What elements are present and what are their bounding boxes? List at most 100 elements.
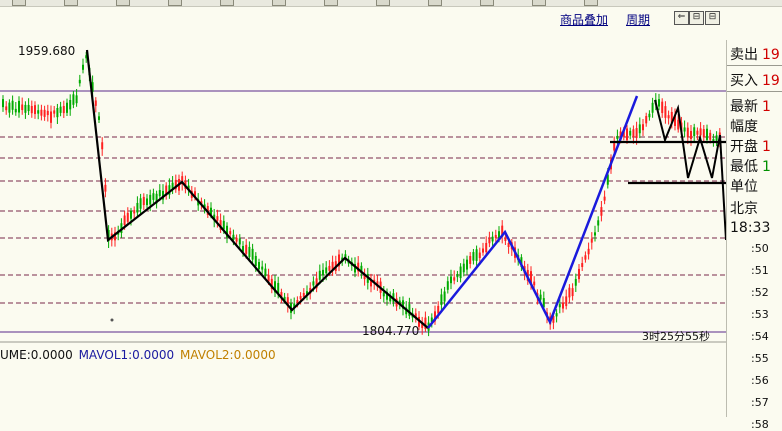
candle-body: [485, 242, 488, 253]
low-value: 1: [762, 159, 771, 175]
candle-body: [216, 216, 219, 221]
last-value: 1: [762, 99, 771, 115]
candle-body: [152, 193, 155, 200]
candle-body: [645, 116, 648, 124]
candle-body: [158, 190, 161, 197]
last-row: 最新 1: [730, 96, 771, 116]
time-tick: :53: [751, 308, 769, 321]
time-tick: :52: [751, 286, 769, 299]
candle-body: [53, 110, 56, 114]
candle-body: [139, 198, 142, 209]
candle-body: [667, 115, 670, 119]
candle-body: [130, 210, 132, 219]
candle-body: [69, 99, 72, 110]
high-price-label: 1959.680: [18, 44, 75, 58]
nav-left-button[interactable]: ⇐: [674, 11, 689, 25]
time-tick: :51: [751, 264, 769, 277]
open-value: 1: [762, 139, 771, 155]
candle-body: [261, 266, 264, 270]
candle-body: [587, 248, 590, 255]
candle-body: [40, 109, 43, 116]
candle-body: [661, 101, 664, 114]
candle-body: [466, 259, 468, 270]
candle-body: [629, 130, 632, 136]
candle-body: [264, 268, 267, 277]
candle-body: [245, 244, 248, 254]
candle-body: [2, 99, 4, 108]
candle-body: [18, 100, 20, 113]
candle-body: [693, 127, 696, 137]
ask-label: 卖出: [730, 47, 758, 63]
candle-body: [34, 105, 36, 115]
candle-body: [462, 263, 465, 273]
candle-body: [507, 242, 510, 247]
candle-body: [533, 281, 536, 286]
candle-body: [123, 215, 126, 225]
candle-body: [475, 249, 478, 261]
candle-body: [437, 305, 440, 314]
period-link[interactable]: 周期: [626, 11, 650, 28]
candle-body: [94, 100, 97, 106]
low-label: 最低: [730, 159, 758, 175]
candle-body: [98, 116, 100, 120]
candle-body: [539, 294, 542, 300]
candle-body: [443, 291, 446, 302]
candle-body: [597, 220, 600, 226]
time-tick: :56: [751, 374, 769, 387]
candle-body: [638, 124, 641, 134]
trend-line-blue: [427, 95, 639, 329]
candle-body: [37, 110, 40, 114]
candle-body: [14, 108, 17, 113]
candle-body: [488, 238, 491, 244]
candle-body: [126, 212, 129, 222]
candle-body: [82, 64, 84, 70]
candle-body: [142, 196, 145, 206]
candle-body: [50, 111, 52, 123]
candle-body: [706, 128, 708, 140]
candle-body: [494, 234, 497, 239]
candle-body: [299, 296, 302, 300]
candle-body: [635, 128, 638, 138]
ask-value: 19: [762, 47, 780, 63]
candle-body: [578, 268, 580, 280]
candle-body: [690, 130, 692, 139]
unit-label: 单位: [730, 179, 758, 195]
candle-body: [590, 238, 593, 243]
candle-body: [248, 246, 251, 257]
candle-body: [616, 135, 619, 139]
candle-body: [715, 135, 718, 141]
candle-body: [696, 130, 699, 135]
candle-body: [43, 109, 46, 117]
candle-body: [318, 270, 321, 280]
chart-header: 商品叠加 周期 ⇐ ⊟ ⊟: [0, 7, 725, 27]
candle-body: [594, 232, 596, 236]
open-row: 开盘 1: [730, 136, 771, 156]
candle-body: [101, 142, 104, 150]
time-tick: :58: [751, 418, 769, 431]
candle-body: [254, 255, 257, 266]
candle-body: [325, 267, 328, 274]
candle-body: [62, 106, 65, 114]
candle-body: [574, 278, 577, 286]
bid-value: 19: [762, 73, 780, 89]
nav-fit-button[interactable]: ⊟: [705, 11, 720, 25]
candle-body: [238, 238, 241, 245]
candle-body: [478, 252, 481, 259]
candle-body: [626, 128, 628, 141]
candle-body: [482, 248, 484, 253]
candle-body: [258, 262, 260, 270]
nav-zoom-button[interactable]: ⊟: [689, 11, 704, 25]
marker-dot: [110, 318, 114, 322]
bid-row: 买入 19: [730, 70, 780, 90]
candle-body: [568, 287, 571, 298]
candle-body: [66, 102, 68, 113]
candle-body: [446, 281, 449, 290]
candle-body: [322, 269, 324, 276]
overlay-link[interactable]: 商品叠加: [560, 11, 608, 28]
candle-body: [469, 256, 472, 264]
candle-body: [232, 234, 235, 241]
time-label: 18:33: [730, 220, 771, 236]
range-label: 幅度: [730, 119, 758, 135]
candle-body: [571, 288, 574, 297]
candle-body: [56, 107, 59, 118]
